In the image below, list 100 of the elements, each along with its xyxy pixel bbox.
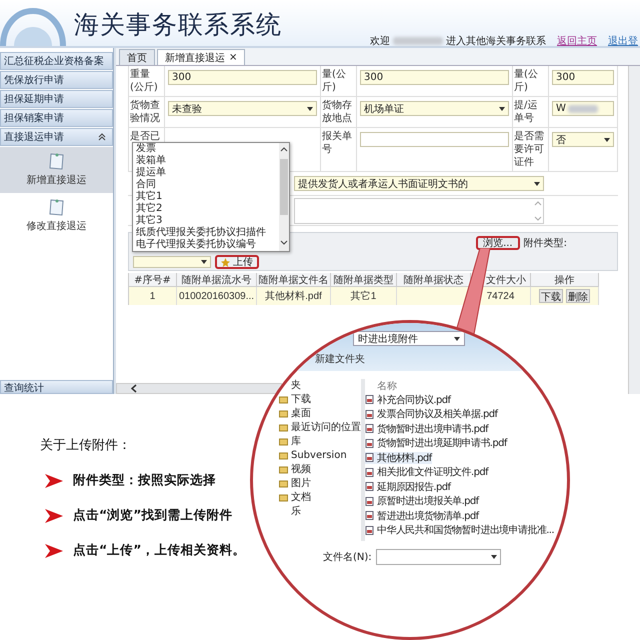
upload-button[interactable]: 上传 — [215, 255, 259, 269]
nav-item[interactable]: 下载 — [279, 393, 361, 405]
instruction-text: 点击“上传”，上传相关资料。 — [73, 542, 246, 559]
file-item[interactable]: 相关批准文件证明文件.pdf — [365, 466, 488, 478]
caret-icon — [454, 336, 460, 340]
column-header: 随附单据流水号 — [177, 273, 257, 287]
file-item[interactable]: 中华人民共和国货物暂时进出境申请批准... — [365, 524, 554, 536]
text-field[interactable] — [360, 132, 509, 147]
column-header: 随附单据类型 — [331, 273, 397, 287]
welcome-text: 欢迎 — [370, 34, 390, 48]
star-icon — [221, 258, 230, 266]
filename-label: 文件名(N): — [323, 550, 372, 564]
column-header: 随附单据状态 — [397, 273, 471, 287]
field-label: 量(公斤) — [513, 66, 549, 97]
table-cell: 1 — [129, 287, 177, 305]
file-item[interactable]: 货物暂时进出境延期申请书.pdf — [365, 437, 507, 449]
dropdown-option[interactable]: 其它3 — [136, 215, 279, 227]
tab[interactable]: 新增直接退运 × — [157, 49, 246, 65]
nav-item[interactable]: 最近访问的位置 — [279, 421, 361, 433]
blurred-text — [393, 37, 443, 45]
caret-icon — [490, 555, 497, 559]
select-field[interactable]: 未查验 — [168, 101, 317, 116]
pdf-file-icon — [365, 453, 374, 462]
arrow-icon — [45, 508, 63, 522]
nav-item[interactable]: 库 — [279, 435, 361, 447]
nav-item[interactable]: 桌面 — [279, 407, 361, 419]
text-field[interactable]: 300 — [168, 70, 317, 85]
table-cell: 其他材料.pdf — [257, 287, 331, 305]
nav-item[interactable]: 图片 — [279, 477, 361, 489]
header-link[interactable]: 返回主页 — [557, 34, 597, 48]
column-header: #序号# — [129, 273, 177, 287]
select-field[interactable]: 提供发货人或者承运人书面证明文书的 — [294, 176, 544, 191]
scrollbar[interactable] — [279, 143, 289, 251]
sidebar-item[interactable]: 直接退运申请 — [0, 128, 113, 146]
text-area[interactable] — [294, 198, 544, 224]
path-field[interactable]: 时进出境附件 — [353, 331, 465, 346]
column-header: 操作 — [531, 273, 599, 287]
tab[interactable]: 首页 — [119, 49, 155, 65]
nav-item[interactable]: 乐 — [279, 505, 361, 517]
dropdown-option[interactable]: 纸质代理报关委托协议扫描件 — [136, 227, 279, 239]
pdf-file-icon — [365, 424, 374, 433]
file-item[interactable]: 其他材料.pdf — [365, 452, 432, 464]
dropdown-option[interactable]: 其它1 — [136, 191, 279, 203]
action-button[interactable]: 下载 — [539, 289, 563, 303]
sidebar-subitem[interactable]: 修改直接退运 — [0, 193, 113, 239]
note-icon — [46, 151, 66, 171]
caret-icon — [534, 182, 540, 186]
field-label: 提/运单号 — [513, 97, 549, 128]
column-header: 名称 — [376, 380, 398, 391]
sidebar-item[interactable]: 担保销案申请 — [0, 109, 113, 127]
dropdown-option[interactable]: 合同 — [136, 179, 279, 191]
sidebar-item[interactable]: 汇总征税企业资格备案 — [0, 52, 113, 70]
select-field[interactable] — [133, 256, 211, 268]
action-button[interactable]: 删除 — [566, 289, 590, 303]
text-field[interactable]: 300 — [552, 70, 614, 85]
text-field[interactable]: 300 — [360, 70, 509, 85]
sidebar-subitem[interactable]: 新增直接退运 — [0, 147, 113, 193]
select-field[interactable]: 机场单证 — [360, 101, 509, 116]
instruction-text: 点击“浏览”找到需上传附件 — [73, 507, 232, 524]
field-label: 是否需要许可证件 — [513, 128, 549, 172]
field-label: 量(公斤) — [321, 66, 357, 97]
sidebar-item[interactable]: 凭保放行申请 — [0, 71, 113, 89]
pdf-file-icon — [365, 496, 374, 506]
caret-icon — [201, 260, 207, 264]
nav-item[interactable]: Subversion — [279, 449, 361, 461]
file-item[interactable]: 延期原因报告.pdf — [365, 480, 450, 492]
filename-field[interactable] — [376, 549, 501, 565]
app-title: 海关事务联系系统 — [74, 9, 282, 41]
table-cell: 其它1 — [331, 287, 397, 305]
horizontal-scrollbar[interactable] — [116, 383, 282, 394]
caret-icon — [499, 106, 505, 110]
dropdown-option[interactable]: 其它2 — [136, 203, 279, 215]
pdf-file-icon — [365, 395, 374, 404]
file-item[interactable]: 原暂时进出境报关单.pdf — [365, 495, 479, 507]
file-item[interactable]: 货物暂时进出境申请书.pdf — [365, 422, 488, 434]
nav-item[interactable]: 文档 — [279, 491, 361, 503]
file-item[interactable]: 暂进进出境货物清单.pdf — [365, 510, 479, 522]
field-label: 报关单号 — [321, 128, 357, 172]
column-header: 随附单据文件名 — [257, 273, 331, 287]
caret-icon — [604, 138, 610, 142]
sidebar-item[interactable]: 查询统计 — [0, 380, 113, 394]
file-item[interactable]: 补充合同协议.pdf — [365, 394, 450, 406]
dropdown-option[interactable]: 电子代理报关委托协议编号 — [136, 239, 279, 251]
nav-item[interactable]: 夹 — [279, 379, 361, 391]
field-label: 货物查验情况 — [129, 97, 165, 128]
pdf-file-icon — [365, 526, 374, 534]
instruction-text: 附件类型：按照实际选择 — [73, 472, 216, 489]
arrow-icon — [45, 474, 63, 488]
nav-item[interactable]: 视频 — [279, 463, 361, 475]
note-icon — [46, 197, 66, 217]
select-field[interactable]: 否 — [552, 132, 614, 147]
vertical-scrollbar[interactable] — [628, 66, 640, 394]
sidebar-item[interactable]: 担保延期申请 — [0, 90, 113, 108]
field-label: 货物存放地点 — [321, 97, 357, 128]
pdf-file-icon — [365, 468, 374, 476]
browse-button[interactable]: 浏览... — [476, 236, 520, 250]
file-item[interactable]: 发票合同协议及相关单据.pdf — [365, 408, 498, 420]
new-folder-button[interactable]: 新建文件夹 — [315, 352, 365, 366]
header-link[interactable]: 退出登 — [608, 34, 638, 48]
text-field[interactable]: W — [552, 101, 614, 116]
